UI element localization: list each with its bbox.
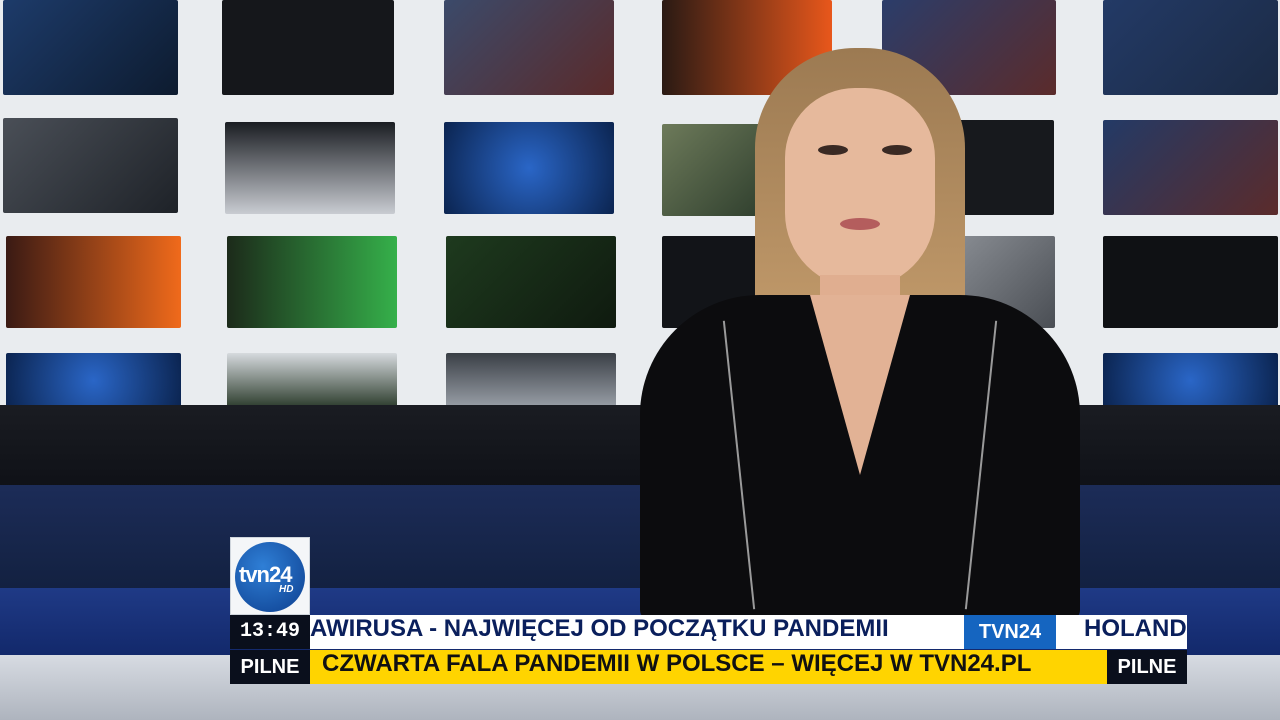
- wall-screen: [444, 0, 614, 95]
- wall-screen: [446, 236, 616, 328]
- presenter-face: [785, 88, 935, 288]
- wall-screen: [225, 122, 395, 214]
- presenter-lips: [840, 218, 880, 230]
- presenter-eye: [882, 145, 912, 155]
- studio-background: [0, 0, 1280, 720]
- wall-screen: [6, 353, 181, 408]
- ticker-next-headline: HOLAND: [1084, 615, 1187, 642]
- wall-screen: [6, 236, 181, 328]
- wall-screen: [1103, 120, 1278, 215]
- wall-screen: [3, 0, 178, 95]
- wall-screen: [1103, 0, 1278, 95]
- breaking-label-right: PILNE: [1107, 650, 1187, 684]
- wall-screen: [222, 0, 394, 95]
- wall-screen: [1103, 353, 1278, 408]
- wall-screen: [3, 118, 178, 213]
- wall-screen: [446, 353, 616, 408]
- breaking-news-bar: CZWARTA FALA PANDEMII W POLSCE – WIĘCEJ …: [310, 650, 1107, 684]
- breaking-headline: CZWARTA FALA PANDEMII W POLSCE – WIĘCEJ …: [322, 650, 1032, 677]
- ticker-headline: AWIRUSA - NAJWIĘCEJ OD POCZĄTKU PANDEMII: [310, 615, 889, 642]
- breaking-label-left: PILNE: [230, 650, 310, 684]
- news-presenter: [630, 40, 1090, 620]
- ticker-source-tag: TVN24: [964, 615, 1056, 649]
- channel-logo: tvn24 HD: [230, 537, 310, 615]
- wall-screen: [227, 353, 397, 408]
- wall-screen: [1103, 236, 1278, 328]
- wall-screen: [444, 122, 614, 214]
- clock: 13:49: [230, 615, 310, 649]
- wall-screen: [227, 236, 397, 328]
- logo-hd-badge: HD: [279, 584, 294, 595]
- presenter-eye: [818, 145, 848, 155]
